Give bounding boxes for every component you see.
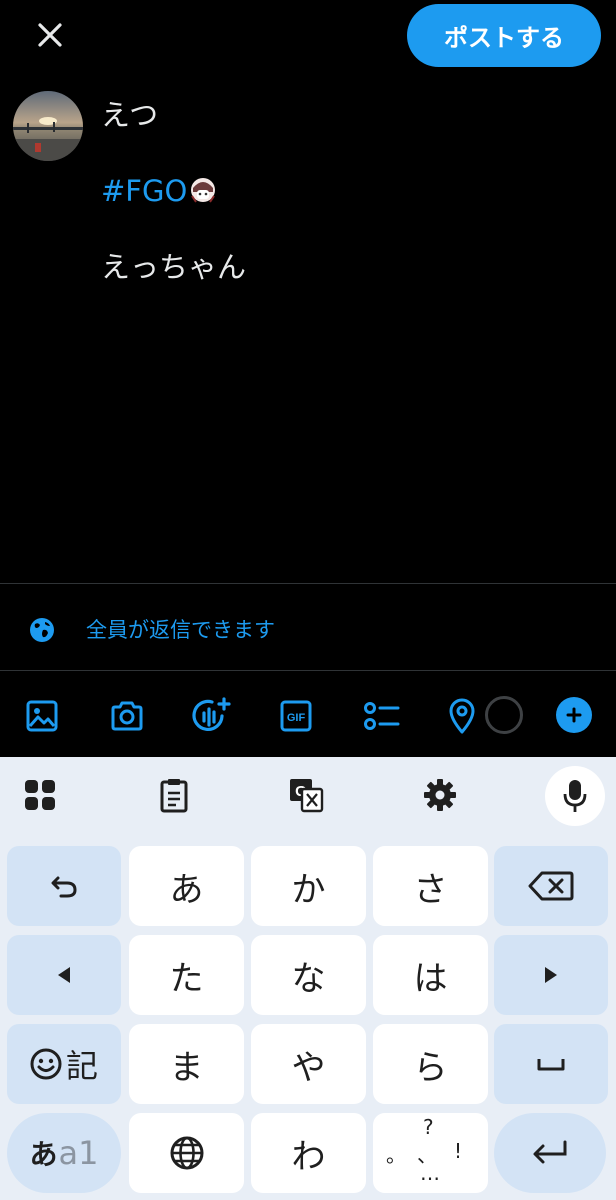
japanese-keyboard: G	[0, 757, 616, 1200]
undo-key[interactable]	[7, 846, 121, 926]
add-image-button[interactable]	[20, 694, 64, 738]
space-key[interactable]	[494, 1024, 608, 1104]
image-icon	[26, 700, 58, 732]
backspace-icon	[528, 871, 574, 901]
input-mode-key[interactable]: あ a1	[7, 1113, 121, 1193]
arrow-left-icon	[58, 967, 70, 983]
hashtag[interactable]: #FGO	[101, 174, 187, 208]
kana-key[interactable]: ら	[373, 1024, 488, 1104]
tweet-line: えっちゃん	[101, 250, 247, 284]
location-icon	[449, 698, 475, 734]
kana-key[interactable]: や	[251, 1024, 366, 1104]
emoji-symbol-key[interactable]: 記	[7, 1024, 121, 1104]
mode-label-kana: あ	[29, 1138, 58, 1171]
voice-input-button[interactable]	[545, 766, 605, 826]
keyboard-toolbar: G	[0, 757, 616, 835]
punctuation-key[interactable]: ? 。 、 ! …	[373, 1113, 488, 1193]
kana-key[interactable]: さ	[373, 846, 488, 926]
kana-key[interactable]: か	[251, 846, 366, 926]
gif-icon: GIF	[280, 700, 312, 732]
kana-key[interactable]: な	[251, 935, 366, 1015]
enter-key[interactable]	[494, 1113, 606, 1193]
reply-setting-button[interactable]: 全員が返信できます	[0, 600, 616, 660]
language-switch-key[interactable]	[129, 1113, 244, 1193]
kana-key[interactable]: ま	[129, 1024, 244, 1104]
backspace-key[interactable]	[494, 846, 608, 926]
close-button[interactable]	[30, 15, 70, 55]
punct-period: 。	[386, 1143, 406, 1167]
compose-screen: ポストする えつ #FGO えっちゃん 全員が返信できます GIF	[0, 0, 616, 757]
reply-setting-label: 全員が返信できます	[86, 618, 275, 642]
kana-key[interactable]: わ	[251, 1113, 366, 1193]
poll-button[interactable]	[359, 694, 403, 738]
gif-label: GIF	[287, 712, 306, 724]
location-button[interactable]	[440, 694, 484, 738]
kana-key[interactable]: た	[129, 935, 244, 1015]
close-icon	[38, 23, 62, 47]
post-button[interactable]: ポストする	[407, 4, 601, 67]
camera-icon	[111, 701, 143, 731]
add-icon	[566, 707, 582, 723]
tweet-text-area[interactable]: えつ #FGO えっちゃん	[101, 96, 581, 286]
character-sticker-icon	[191, 178, 216, 203]
clipboard-button[interactable]	[152, 773, 196, 817]
undo-icon	[51, 876, 77, 898]
punct-question: ?	[423, 1115, 434, 1139]
translate-icon: G	[290, 779, 324, 813]
avatar[interactable]	[13, 91, 83, 161]
compose-toolbar: GIF	[0, 680, 616, 750]
globe-language-icon	[170, 1136, 203, 1170]
cursor-left-key[interactable]	[7, 935, 121, 1015]
cursor-right-key[interactable]	[494, 935, 608, 1015]
symbol-label: 記	[65, 1047, 98, 1085]
audio-spaces-button[interactable]	[190, 694, 234, 738]
audio-spaces-icon	[192, 697, 231, 732]
kana-key[interactable]: あ	[129, 846, 244, 926]
globe-icon	[30, 618, 54, 642]
mode-label-alnum: a1	[58, 1134, 99, 1172]
punct-ellipsis: …	[420, 1161, 440, 1185]
settings-button[interactable]	[418, 773, 462, 817]
clipboard-icon	[160, 779, 188, 813]
apps-grid-icon	[25, 780, 55, 810]
character-count-progress-ring	[485, 696, 523, 734]
microphone-icon	[563, 780, 587, 812]
translate-button[interactable]: G	[284, 773, 328, 817]
kana-key[interactable]: は	[373, 935, 488, 1015]
divider	[0, 670, 616, 671]
avatar-image	[13, 91, 83, 161]
apps-grid-button[interactable]	[18, 773, 62, 817]
tweet-line: えつ	[101, 98, 159, 132]
gif-button[interactable]: GIF	[274, 694, 318, 738]
smiley-icon	[30, 1048, 62, 1080]
punct-exclaim: !	[454, 1139, 463, 1163]
space-icon	[537, 1059, 565, 1071]
arrow-right-icon	[545, 967, 557, 983]
enter-icon	[533, 1140, 567, 1164]
divider	[0, 583, 616, 584]
camera-button[interactable]	[105, 694, 149, 738]
add-thread-button[interactable]	[556, 697, 592, 733]
poll-icon	[364, 702, 400, 730]
settings-gear-icon	[424, 779, 456, 811]
tweet-hashtag-line: #FGO	[101, 172, 581, 210]
